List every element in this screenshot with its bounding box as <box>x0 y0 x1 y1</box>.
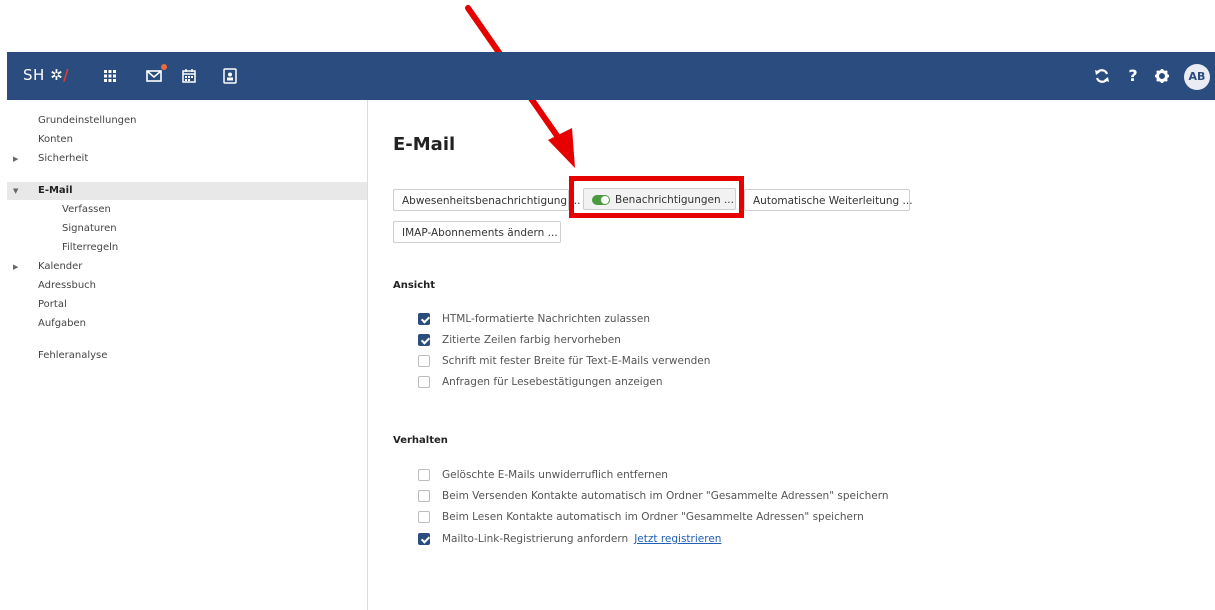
sidebar-item-grundeinstellungen[interactable]: Grundeinstellungen <box>7 112 367 130</box>
mail-icon[interactable] <box>144 64 167 86</box>
help-icon[interactable]: ? <box>1123 66 1143 86</box>
jetzt-registrieren-link[interactable]: Jetzt registrieren <box>634 533 721 545</box>
settings-icon[interactable] <box>1152 66 1172 86</box>
calendar-icon[interactable] <box>179 66 199 86</box>
sidebar-item-portal[interactable]: Portal <box>7 296 367 314</box>
sidebar-item-fehleranalyse[interactable]: Fehleranalyse <box>7 347 367 365</box>
apps-grid-icon[interactable] <box>100 66 120 86</box>
refresh-icon[interactable] <box>1092 66 1112 86</box>
sidebar-item-kalender[interactable]: ▶ Kalender <box>7 258 367 276</box>
checkbox-unchecked[interactable] <box>418 511 430 523</box>
brand-emblem-icon: ✲ <box>50 66 64 84</box>
sidebar-item-konten[interactable]: Konten <box>7 131 367 149</box>
abwesenheit-button[interactable]: Abwesenheitsbenachrichtigung ... <box>393 189 580 211</box>
settings-sidebar: Grundeinstellungen Konten ▶ Sicherheit ▼… <box>7 100 368 610</box>
checkbox-checked[interactable] <box>418 533 430 545</box>
top-navigation-bar: SH ✲/ ? AB <box>7 52 1215 100</box>
checkbox-unchecked[interactable] <box>418 490 430 502</box>
sidebar-item-email[interactable]: ▼ E-Mail <box>7 182 367 200</box>
sidebar-item-signaturen[interactable]: Signaturen <box>7 220 367 238</box>
sidebar-item-sicherheit[interactable]: ▶ Sicherheit <box>7 150 367 168</box>
section-title-ansicht: Ansicht <box>393 280 436 291</box>
sidebar-item-adressbuch[interactable]: Adressbuch <box>7 277 367 295</box>
contacts-icon[interactable] <box>220 66 240 86</box>
user-avatar[interactable]: AB <box>1184 64 1210 90</box>
checkbox-unchecked[interactable] <box>418 355 430 367</box>
checkbox-unchecked[interactable] <box>418 376 430 388</box>
sidebar-item-aufgaben[interactable]: Aufgaben <box>7 315 367 333</box>
caret-right-icon[interactable]: ▶ <box>13 150 18 168</box>
weiterleitung-button[interactable]: Automatische Weiterleitung ... <box>744 189 913 211</box>
notification-dot <box>161 64 167 70</box>
highlight-box <box>569 176 744 218</box>
section-title-verhalten: Verhalten <box>393 435 448 446</box>
sidebar-item-filterregeln[interactable]: Filterregeln <box>7 239 367 257</box>
brand-logo[interactable]: SH ✲/ <box>23 66 69 84</box>
checkbox-unchecked[interactable] <box>418 469 430 481</box>
checkbox-checked[interactable] <box>418 334 430 346</box>
caret-right-icon[interactable]: ▶ <box>13 258 18 276</box>
page-title: E-Mail <box>393 134 456 155</box>
checkbox-checked[interactable] <box>418 313 430 325</box>
caret-down-icon[interactable]: ▼ <box>13 182 18 200</box>
sidebar-item-verfassen[interactable]: Verfassen <box>7 201 367 219</box>
imap-abonnements-button[interactable]: IMAP-Abonnements ändern ... <box>393 221 561 243</box>
